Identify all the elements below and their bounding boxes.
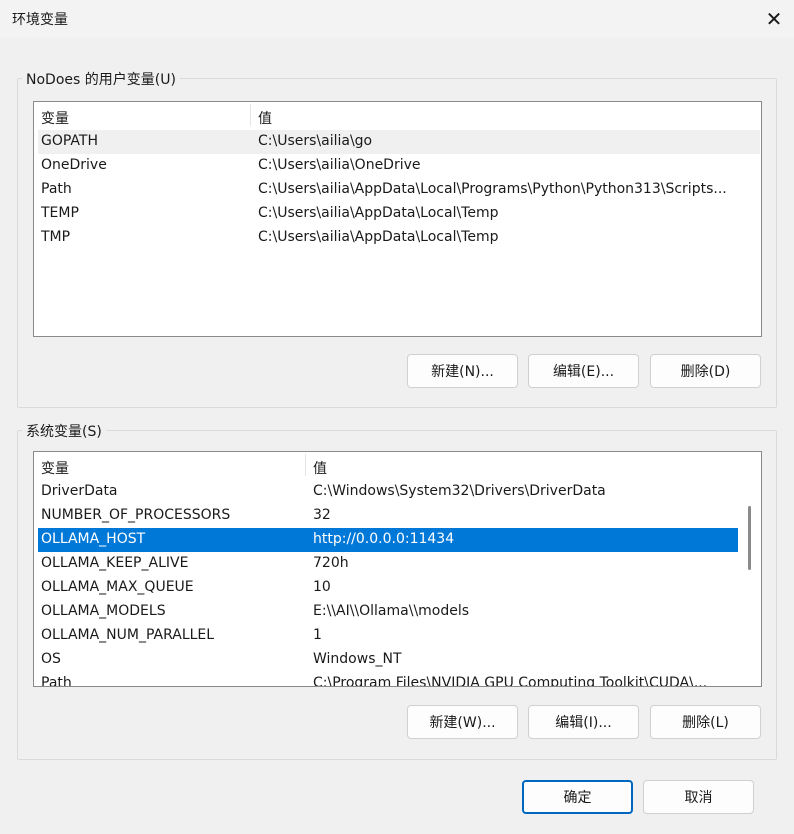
system-edit-button[interactable]: 编辑(I)... xyxy=(528,705,639,739)
user-vars-label: NoDoes 的用户变量(U) xyxy=(22,69,180,89)
var-name: OLLAMA_HOST xyxy=(41,531,146,547)
user-col-value-header[interactable]: 值 xyxy=(258,108,272,128)
var-value: Windows_NT xyxy=(313,651,402,667)
var-value: C:\Users\ailia\AppData\Local\Temp xyxy=(258,229,499,245)
system-vars-label: 系统变量(S) xyxy=(22,421,106,441)
var-name: OLLAMA_NUM_PARALLEL xyxy=(41,627,215,643)
var-value: C:\Users\ailia\go xyxy=(258,133,373,149)
var-name: TMP xyxy=(41,229,71,245)
user-col-name-header[interactable]: 变量 xyxy=(41,108,69,128)
user-var-row-gopath[interactable]: GOPATH C:\Users\ailia\go xyxy=(38,130,760,154)
var-value: 1 xyxy=(313,627,322,643)
user-vars-header: 变量 值 xyxy=(34,102,761,129)
var-name: OLLAMA_MAX_QUEUE xyxy=(41,579,194,595)
user-new-button[interactable]: 新建(N)... xyxy=(407,354,518,388)
system-delete-button[interactable]: 删除(L) xyxy=(650,705,761,739)
var-value: 32 xyxy=(313,507,331,523)
column-separator[interactable] xyxy=(305,454,306,476)
user-edit-button[interactable]: 编辑(E)... xyxy=(528,354,639,388)
column-separator[interactable] xyxy=(250,104,251,126)
system-new-button[interactable]: 新建(W)... xyxy=(407,705,518,739)
user-var-row-temp[interactable]: TEMP C:\Users\ailia\AppData\Local\Temp xyxy=(38,202,760,226)
var-name: NUMBER_OF_PROCESSORS xyxy=(41,507,231,523)
var-name: Path xyxy=(41,181,72,197)
var-value: C:\Users\ailia\AppData\Local\Temp xyxy=(258,205,499,221)
var-value: 720h xyxy=(313,555,349,571)
var-value: C:\Users\ailia\AppData\Local\Programs\Py… xyxy=(258,181,727,197)
var-name: TEMP xyxy=(41,205,79,221)
var-name: Path xyxy=(41,675,72,687)
system-var-row-path[interactable]: Path C:\Program Files\NVIDIA GPU Computi… xyxy=(38,672,738,687)
var-name: OLLAMA_MODELS xyxy=(41,603,166,619)
system-var-row-ollama-models[interactable]: OLLAMA_MODELS E:\\AI\\Ollama\\models xyxy=(38,600,738,624)
var-name: GOPATH xyxy=(41,133,98,149)
var-value: E:\\AI\\Ollama\\models xyxy=(313,603,470,619)
user-var-row-onedrive[interactable]: OneDrive C:\Users\ailia\OneDrive xyxy=(38,154,760,178)
var-name: OS xyxy=(41,651,61,667)
user-var-row-path[interactable]: Path C:\Users\ailia\AppData\Local\Progra… xyxy=(38,178,760,202)
cancel-button[interactable]: 取消 xyxy=(643,780,754,814)
var-value: C:\Windows\System32\Drivers\DriverData xyxy=(313,483,606,499)
var-value: 10 xyxy=(313,579,331,595)
var-value: http://0.0.0.0:11434 xyxy=(313,531,455,547)
user-var-row-tmp[interactable]: TMP C:\Users\ailia\AppData\Local\Temp xyxy=(38,226,760,250)
system-vars-scrollbar[interactable] xyxy=(743,452,757,686)
system-col-value-header[interactable]: 值 xyxy=(313,458,327,478)
system-var-row-ollama-host[interactable]: OLLAMA_HOST http://0.0.0.0:11434 xyxy=(38,528,738,552)
var-name: OLLAMA_KEEP_ALIVE xyxy=(41,555,189,571)
close-icon[interactable]: ✕ xyxy=(754,0,794,38)
user-vars-list[interactable]: 变量 值 GOPATH C:\Users\ailia\go OneDrive C… xyxy=(33,101,762,337)
var-name: DriverData xyxy=(41,483,118,499)
user-delete-button[interactable]: 删除(D) xyxy=(650,354,761,388)
title-bar: 环境变量 ✕ xyxy=(0,0,794,38)
system-var-row-os[interactable]: OS Windows_NT xyxy=(38,648,738,672)
system-var-row-ollama-max-queue[interactable]: OLLAMA_MAX_QUEUE 10 xyxy=(38,576,738,600)
var-name: OneDrive xyxy=(41,157,107,173)
var-value: C:\Program Files\NVIDIA GPU Computing To… xyxy=(313,675,708,687)
var-value: C:\Users\ailia\OneDrive xyxy=(258,157,421,173)
ok-button[interactable]: 确定 xyxy=(522,780,633,814)
system-col-name-header[interactable]: 变量 xyxy=(41,458,69,478)
scrollbar-thumb[interactable] xyxy=(748,506,751,570)
system-vars-list[interactable]: 变量 值 DriverData C:\Windows\System32\Driv… xyxy=(33,451,762,687)
system-vars-header: 变量 值 xyxy=(34,452,739,479)
system-var-row-ollama-num-parallel[interactable]: OLLAMA_NUM_PARALLEL 1 xyxy=(38,624,738,648)
system-var-row-driverdata[interactable]: DriverData C:\Windows\System32\Drivers\D… xyxy=(38,480,738,504)
window-title: 环境变量 xyxy=(12,12,68,28)
system-var-row-number-of-processors[interactable]: NUMBER_OF_PROCESSORS 32 xyxy=(38,504,738,528)
system-var-row-ollama-keep-alive[interactable]: OLLAMA_KEEP_ALIVE 720h xyxy=(38,552,738,576)
